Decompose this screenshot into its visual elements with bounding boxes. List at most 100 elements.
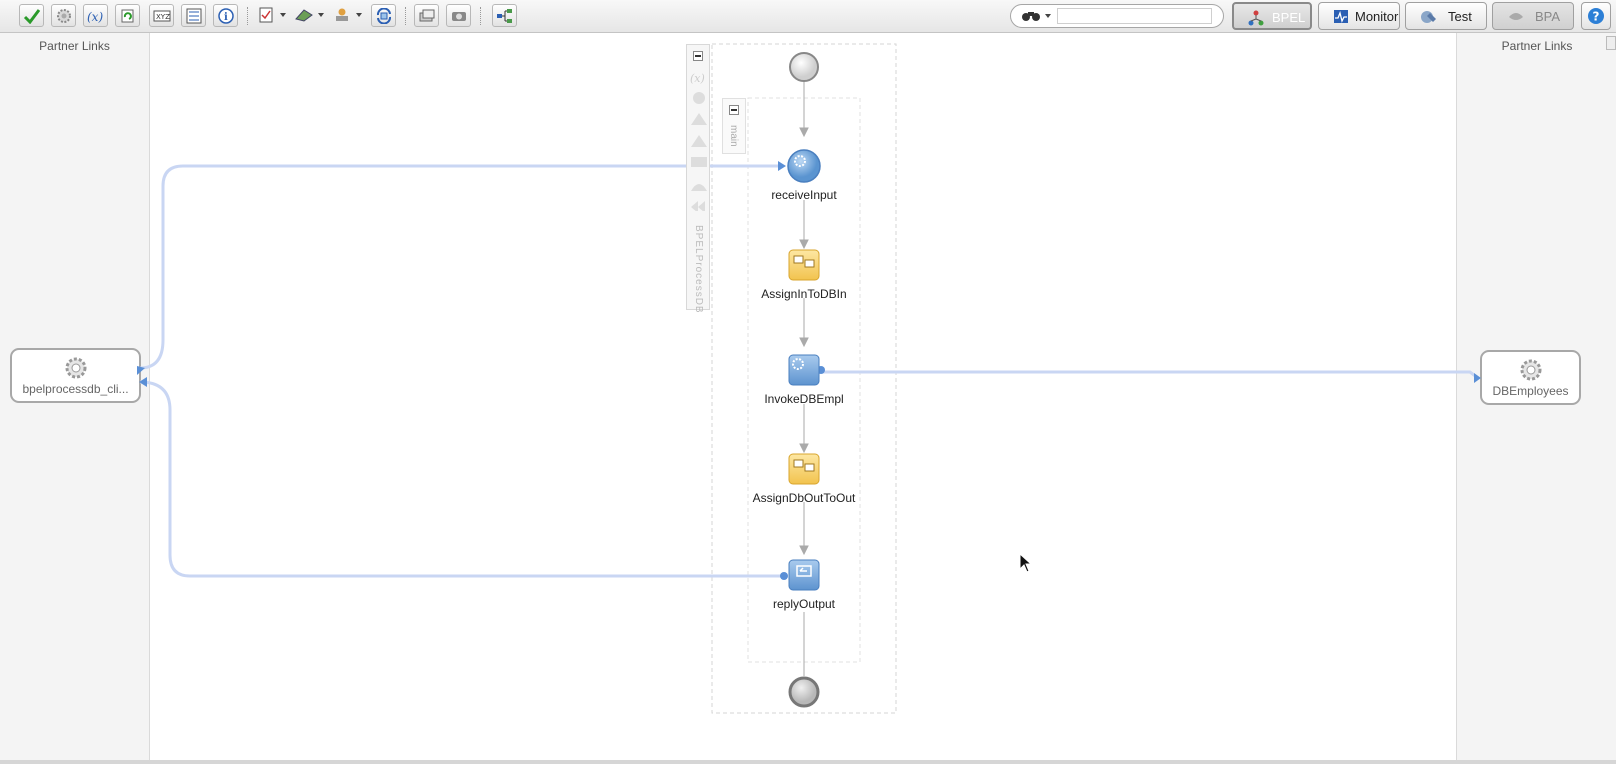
info-icon: i xyxy=(218,8,234,24)
gear-service-icon xyxy=(65,357,86,379)
deploy-dropdown-icon[interactable] xyxy=(318,13,324,17)
sequence-main-tab: main xyxy=(722,98,746,154)
help-icon: ? xyxy=(1588,8,1604,24)
bpel-mode-button[interactable]: BPEL xyxy=(1232,2,1312,30)
wire-client-to-receive xyxy=(139,164,780,370)
receive-input-activity[interactable] xyxy=(788,150,820,182)
flow-arrowhead xyxy=(799,337,809,348)
monitor-mode-label: Monitor xyxy=(1355,9,1399,24)
test-mode-button[interactable]: Test xyxy=(1405,2,1487,30)
variables-icon: (x) xyxy=(690,72,705,85)
deploy-icon xyxy=(295,9,313,22)
schema-table-icon xyxy=(186,8,202,24)
partner-links-right-title: Partner Links xyxy=(1501,39,1573,53)
wire-port-reply xyxy=(780,572,788,580)
process-start-node xyxy=(789,52,819,82)
activity-label-reply: replyOutput xyxy=(772,597,836,611)
toolbar: (x) XYZ i BPEL Monitor Test BPA ? xyxy=(0,0,1616,33)
help-button[interactable]: ? xyxy=(1581,2,1611,30)
settings-button[interactable] xyxy=(51,4,76,27)
vertical-scrollbar[interactable] xyxy=(1606,36,1616,50)
activity-label-assign2: AssignDbOutToOut xyxy=(752,491,856,505)
stamp-dropdown-icon[interactable] xyxy=(356,13,362,17)
process-name-label: BPELProcessDB xyxy=(693,225,704,314)
schema-button[interactable] xyxy=(181,4,206,27)
sync-icon xyxy=(377,8,391,24)
collapse-sequence-icon[interactable] xyxy=(729,105,739,115)
gear-icon xyxy=(693,92,705,104)
bpa-mode-label: BPA xyxy=(1535,9,1561,24)
tree-diagram-icon xyxy=(497,9,512,23)
search-dropdown-icon[interactable] xyxy=(1045,14,1051,18)
monitor-mode-button[interactable]: Monitor xyxy=(1318,2,1400,30)
test-mode-label: Test xyxy=(1448,9,1472,24)
partner-links-right-panel: Partner Links DBEmployees xyxy=(1456,33,1616,764)
svg-text:i: i xyxy=(224,12,228,23)
info-button[interactable]: i xyxy=(213,4,238,27)
xyz-expression-button[interactable]: XYZ xyxy=(149,4,174,27)
wire-invoke-to-dbemployees xyxy=(820,370,1479,380)
sync-button[interactable] xyxy=(371,4,396,27)
rewind-icon xyxy=(691,201,698,211)
activity-label-invoke: InvokeDBEmpl xyxy=(764,392,844,406)
partner-link-dbemployees[interactable]: DBEmployees xyxy=(1480,350,1581,405)
bpa-icon xyxy=(1509,13,1523,20)
partner-link-left-label: bpelprocessdb_cli... xyxy=(22,382,129,396)
reply-output-activity[interactable] xyxy=(789,560,819,590)
assign-dbout-to-out-activity[interactable] xyxy=(789,454,819,484)
collapse-process-icon[interactable] xyxy=(693,51,703,61)
search-box xyxy=(1010,4,1224,28)
gear-settings-icon xyxy=(57,9,71,23)
xyz-expression-icon: XYZ xyxy=(153,10,171,22)
camera-icon xyxy=(452,12,466,21)
checklist-button[interactable] xyxy=(255,4,280,27)
checklist-dropdown-icon[interactable] xyxy=(280,13,286,17)
tree-diagram-button[interactable] xyxy=(492,4,517,27)
checklist-icon xyxy=(259,7,273,23)
search-input[interactable] xyxy=(1057,8,1212,24)
svg-text:(x): (x) xyxy=(87,10,103,24)
flow-arrowhead xyxy=(799,239,809,250)
monitor-icon xyxy=(1334,10,1348,23)
activity-label-assign1: AssignInToDBIn xyxy=(761,287,847,301)
process-end-node xyxy=(788,676,820,708)
partner-links-left-title: Partner Links xyxy=(39,39,110,53)
validate-button[interactable] xyxy=(19,4,44,27)
assign-in-to-dbin-activity[interactable] xyxy=(789,250,819,280)
layers-button[interactable] xyxy=(414,4,439,27)
refresh-button[interactable] xyxy=(115,4,140,27)
activity-label-receive: receiveInput xyxy=(771,188,837,202)
mouse-cursor-icon xyxy=(1019,553,1033,573)
stamp-icon xyxy=(336,8,348,21)
test-icon xyxy=(1421,11,1436,23)
refresh-icon xyxy=(121,9,134,23)
wire-reply-to-client xyxy=(139,380,784,578)
deploy-button[interactable] xyxy=(291,4,316,27)
validate-check-icon xyxy=(23,9,41,24)
partner-link-bpelprocessdb-client[interactable]: bpelprocessdb_cli... xyxy=(10,348,141,403)
bpa-mode-button[interactable]: BPA xyxy=(1492,2,1574,30)
wire-arrowhead-receive xyxy=(778,161,786,171)
camera-button[interactable] xyxy=(446,4,471,27)
partner-link-right-label: DBEmployees xyxy=(1492,384,1569,398)
gear-service-icon xyxy=(1520,359,1541,381)
event-handler-icon xyxy=(691,135,707,147)
bottom-scrollbar[interactable] xyxy=(0,760,1616,764)
invoke-dbempl-activity[interactable] xyxy=(789,355,819,385)
binoculars-icon[interactable] xyxy=(1021,9,1043,23)
svg-text:XYZ: XYZ xyxy=(156,13,170,21)
fault-handler-icon xyxy=(691,113,707,125)
partner-links-left-panel: Partner Links bpelprocessdb_cli... xyxy=(0,33,150,764)
flow-arrowhead xyxy=(799,545,809,556)
stamp-button[interactable] xyxy=(330,4,355,27)
sequence-name-label: main xyxy=(728,125,739,147)
svg-text:?: ? xyxy=(1593,10,1600,24)
bpel-mode-label: BPEL xyxy=(1272,10,1306,25)
variables-button[interactable]: (x) xyxy=(83,4,108,27)
termination-icon xyxy=(691,184,707,191)
variables-icon: (x) xyxy=(87,10,103,24)
layers-icon xyxy=(419,9,435,22)
flow-arrowhead xyxy=(799,127,809,138)
process-scope-palette: (x) BPELProcessDB xyxy=(686,44,710,314)
compensation-icon xyxy=(691,157,707,167)
